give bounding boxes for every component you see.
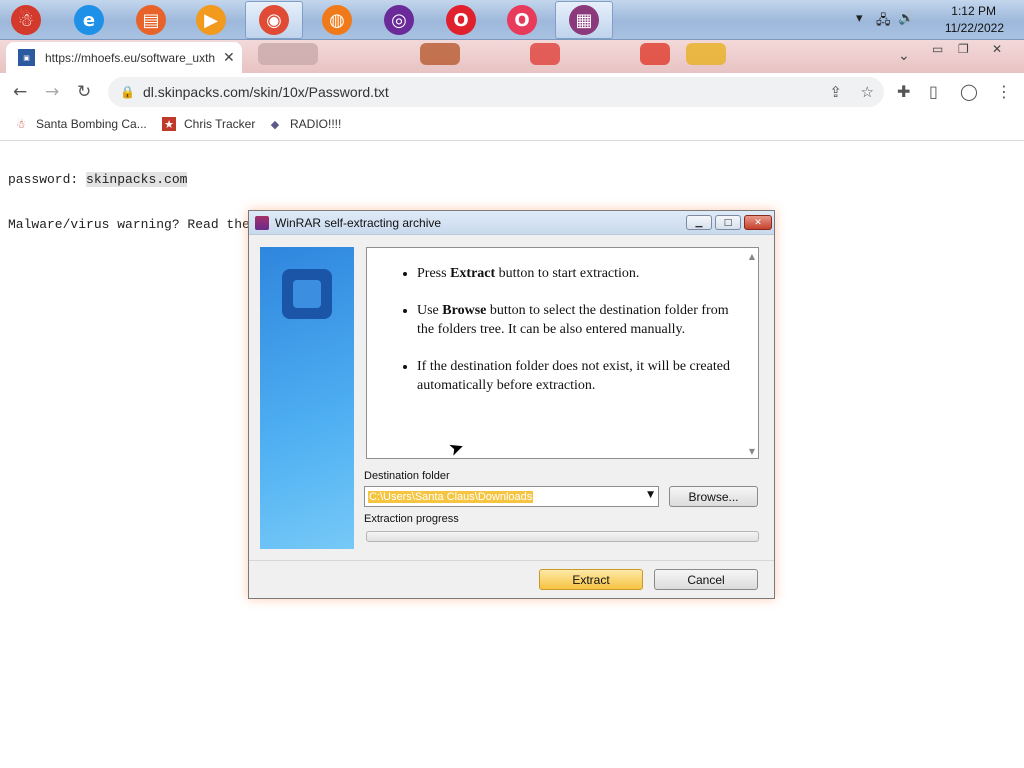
- clock-date[interactable]: 11/22/2022: [945, 21, 1004, 35]
- tab-close-icon[interactable]: ✕: [223, 49, 235, 66]
- taskbar-app-button[interactable]: O: [432, 1, 490, 39]
- file-explorer-icon: ▤: [136, 5, 166, 35]
- taskbar: ☃ e ▤ ▶ ◉ ◍ ◎ O O ▦ ▾ 🖧 🔊 1:12 PM 11/22/2022: [0, 0, 1024, 40]
- profile-avatar-icon[interactable]: ◯: [960, 82, 978, 101]
- forward-icon[interactable]: →: [45, 82, 59, 102]
- dialog-minimize-button[interactable]: ▁: [686, 215, 712, 230]
- theme-decoration: [258, 43, 318, 65]
- destination-label: Destination folder: [364, 470, 450, 482]
- media-player-icon: ▶: [196, 5, 226, 35]
- destination-folder-field[interactable]: C:\Users\Santa Claus\Downloads ▼: [364, 486, 659, 507]
- lock-icon[interactable]: 🔒: [120, 85, 135, 99]
- dialog-title: WinRAR self-extracting archive: [275, 215, 442, 230]
- tor-browser-icon: ◎: [384, 5, 414, 35]
- instruction-keyword: Extract: [450, 266, 496, 281]
- browser-tab[interactable]: ▣ https://mhoefs.eu/software_uxth ✕: [6, 42, 242, 73]
- taskbar-app-button[interactable]: ▦: [555, 1, 613, 39]
- menu-icon[interactable]: ⋮: [996, 82, 1012, 101]
- taskbar-app-button[interactable]: ▶: [182, 1, 240, 39]
- destination-folder-value: C:\Users\Santa Claus\Downloads: [368, 490, 534, 503]
- radio-bookmark-icon: ◆: [270, 118, 280, 131]
- santa-bookmark-icon: ☃: [16, 118, 26, 131]
- tab-search-icon[interactable]: ⌄: [898, 48, 910, 64]
- bookmark-label: Chris Tracker: [184, 117, 256, 131]
- instructions-panel: Press Extract button to start extraction…: [366, 247, 759, 459]
- volume-icon[interactable]: 🔊: [898, 11, 914, 26]
- network-icon[interactable]: 🖧: [876, 11, 891, 33]
- password-line: password: skinpacks.com: [8, 172, 188, 187]
- tray-expand-icon[interactable]: ▾: [856, 11, 863, 26]
- clock-time[interactable]: 1:12 PM: [951, 4, 996, 18]
- theme-decoration: [640, 43, 670, 65]
- internet-explorer-icon: e: [74, 5, 104, 35]
- theme-decoration: [686, 43, 726, 65]
- extract-button[interactable]: Extract: [539, 569, 643, 590]
- tracker-bookmark-icon: ★: [162, 117, 176, 131]
- bookmark-label: RADIO!!!!: [290, 117, 342, 131]
- share-icon[interactable]: ⇪: [829, 83, 842, 101]
- bookmark-chris-tracker[interactable]: ★ Chris Tracker: [162, 117, 255, 131]
- winrar-banner: [260, 247, 354, 549]
- firefox-icon: ◍: [322, 5, 352, 35]
- scroll-down-icon[interactable]: ▼: [749, 447, 755, 456]
- password-label: password:: [8, 172, 79, 187]
- winrar-app-icon: [255, 215, 269, 230]
- taskbar-app-button[interactable]: ◎: [370, 1, 428, 39]
- opera-icon: O: [446, 5, 476, 35]
- winrar-logo-icon: [282, 269, 332, 319]
- cancel-button[interactable]: Cancel: [654, 569, 758, 590]
- instruction-item: Press Extract button to start extraction…: [417, 264, 730, 283]
- dialog-close-button[interactable]: ✕: [744, 215, 772, 230]
- address-bar[interactable]: 🔒 dl.skinpacks.com/skin/10x/Password.txt…: [108, 77, 884, 107]
- instruction-item: Use Browse button to select the destinat…: [417, 301, 730, 339]
- progress-label: Extraction progress: [364, 513, 459, 525]
- santa-icon: ☃: [11, 5, 41, 35]
- password-value: skinpacks.com: [86, 172, 188, 187]
- theme-decoration: [420, 43, 460, 65]
- bookmark-label: Santa Bombing Ca...: [36, 117, 147, 131]
- close-window-icon[interactable]: ✕: [992, 42, 1002, 56]
- side-panel-icon[interactable]: ▯: [929, 82, 938, 101]
- opera-gx-icon: O: [507, 5, 537, 35]
- browse-button[interactable]: Browse...: [669, 486, 758, 507]
- reload-icon[interactable]: ↻: [77, 82, 91, 102]
- taskbar-app-button[interactable]: ▤: [122, 1, 180, 39]
- instructions-list: Press Extract button to start extraction…: [403, 264, 730, 395]
- taskbar-app-button[interactable]: ☃: [0, 1, 55, 39]
- browser-toolbar: ← → ↻ 🔒 dl.skinpacks.com/skin/10x/Passwo…: [0, 73, 1024, 111]
- url-text: dl.skinpacks.com/skin/10x/Password.txt: [142, 84, 389, 100]
- back-icon[interactable]: ←: [13, 82, 27, 102]
- site-favicon-icon: ▣: [18, 49, 35, 66]
- chrome-icon: ◉: [259, 5, 289, 35]
- bookmarks-bar: ☃ Santa Bombing Ca... ★ Chris Tracker ◆ …: [0, 111, 1024, 141]
- extensions-icon[interactable]: ✚: [897, 82, 910, 101]
- taskbar-app-button[interactable]: O: [493, 1, 551, 39]
- extraction-progress-bar: [366, 531, 759, 542]
- taskbar-app-button[interactable]: ◍: [308, 1, 366, 39]
- bookmark-radio[interactable]: ◆ RADIO!!!!: [268, 117, 342, 131]
- warning-line: Malware/virus warning? Read the FA: [8, 217, 274, 232]
- minimize-icon[interactable]: ▭: [932, 42, 943, 56]
- taskbar-app-button[interactable]: ◉: [245, 1, 303, 39]
- scroll-up-icon[interactable]: ▲: [749, 252, 755, 261]
- bookmark-star-icon[interactable]: ☆: [861, 83, 874, 101]
- tab-title: https://mhoefs.eu/software_uxth: [45, 50, 216, 65]
- winrar-dialog: WinRAR self-extracting archive ▁ □ ✕ Pre…: [248, 210, 775, 599]
- dialog-maximize-button[interactable]: □: [715, 215, 741, 230]
- tab-strip: ▣ https://mhoefs.eu/software_uxth ✕ ⌄ ▭ …: [0, 40, 1024, 73]
- theme-decoration: [530, 43, 560, 65]
- instruction-item: If the destination folder does not exist…: [417, 357, 730, 395]
- winrar-icon: ▦: [569, 5, 599, 35]
- system-tray: ▾ 🖧 🔊 1:12 PM 11/22/2022: [854, 0, 1024, 40]
- taskbar-app-button[interactable]: e: [60, 1, 118, 39]
- bookmark-santa-bombing[interactable]: ☃ Santa Bombing Ca...: [14, 117, 147, 131]
- instruction-keyword: Browse: [442, 303, 487, 318]
- dialog-separator: [249, 560, 774, 561]
- dropdown-arrow-icon[interactable]: ▼: [647, 490, 654, 500]
- dialog-title-bar[interactable]: WinRAR self-extracting archive ▁ □ ✕: [249, 211, 774, 235]
- restore-icon[interactable]: ❐: [958, 42, 969, 56]
